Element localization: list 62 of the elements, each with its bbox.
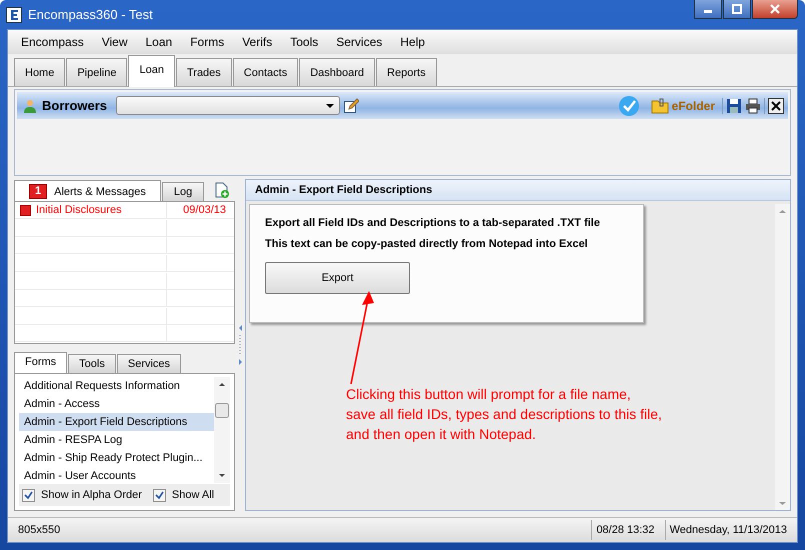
checkbox[interactable]: [152, 488, 166, 502]
caret-icon: [325, 102, 336, 108]
form-list-item[interactable]: Admin - Ship Ready Protect Plugin...: [19, 449, 214, 467]
description-text: This text can be copy-pasted directly from Notepad into Excel: [265, 238, 588, 250]
form-list-item[interactable]: Admin - RESPA Log: [19, 431, 214, 449]
checkbox-label: Show All: [172, 489, 214, 501]
tab[interactable]: Services: [116, 354, 182, 373]
alert-icon: [20, 204, 31, 216]
tab[interactable]: Trades: [176, 58, 232, 86]
minimize-button[interactable]: [694, 0, 722, 19]
menu-item[interactable]: View: [92, 35, 136, 49]
menu-item[interactable]: Tools: [281, 35, 328, 49]
tab[interactable]: Tools: [68, 354, 116, 373]
menu-item[interactable]: Encompass: [12, 35, 93, 49]
add-document-icon[interactable]: [215, 182, 230, 198]
annotation-text: Clicking this button will prompt for a file name, save all field IDs, types and descriptions to this file, and then open it with Notepad.: [346, 385, 662, 444]
tab[interactable]: 1 Alerts & Messages: [14, 180, 161, 202]
checkbox-label: Show in Alpha Order: [41, 489, 142, 501]
description-text: Export all Field IDs and Descriptions to a tab-separated .TXT file: [265, 217, 600, 229]
toolbar-title: Borrowers: [42, 98, 108, 113]
folder-icon: [650, 98, 669, 114]
tab[interactable]: Reports: [376, 58, 437, 86]
close-icon[interactable]: [764, 98, 784, 114]
status-size: 805x550: [17, 524, 62, 536]
panel-header: Admin - Export Field Descriptions: [246, 180, 790, 201]
menu-item[interactable]: Verifs: [233, 35, 282, 49]
borrower-dropdown[interactable]: [116, 96, 340, 115]
form-list-item[interactable]: Admin - User Accounts: [19, 467, 214, 485]
scrollbar[interactable]: [214, 377, 230, 483]
form-list-item[interactable]: Admin - Export Field Descriptions: [19, 413, 214, 431]
status-date: Wednesday, 11/13/2013: [664, 520, 797, 540]
form-list-item[interactable]: Additional Requests Information: [19, 377, 214, 395]
tab[interactable]: Dashboard: [299, 58, 376, 86]
person-icon: [23, 98, 37, 112]
tab[interactable]: Pipeline: [66, 58, 128, 86]
print-icon[interactable]: [745, 98, 761, 114]
menu-item[interactable]: Help: [391, 35, 434, 49]
alert-name[interactable]: Initial Disclosures: [36, 204, 122, 216]
checkbox[interactable]: [22, 488, 35, 502]
menu-item[interactable]: Services: [327, 35, 392, 49]
maximize-icon: [732, 4, 742, 14]
check-icon[interactable]: [618, 94, 640, 116]
maximize-button[interactable]: [723, 0, 751, 19]
status-time: 08/28 13:32: [591, 520, 665, 540]
tab[interactable]: Loan: [128, 55, 175, 87]
tab[interactable]: Log: [162, 182, 204, 201]
count-badge: 1: [29, 184, 48, 199]
edit-icon[interactable]: [343, 98, 360, 114]
window-title: Encompass360 - Test: [28, 7, 154, 22]
tab[interactable]: Home: [14, 58, 66, 86]
save-icon[interactable]: [722, 98, 742, 114]
alert-date: 09/03/13: [183, 204, 226, 216]
tab[interactable]: Forms: [14, 352, 68, 374]
close-icon: [770, 4, 780, 14]
app-icon: [6, 6, 22, 22]
scrollbar[interactable]: [775, 204, 790, 510]
menu-item[interactable]: Forms: [181, 35, 234, 49]
form-list-item[interactable]: Admin - Access: [19, 395, 214, 413]
close-button[interactable]: [752, 0, 798, 19]
menu-item[interactable]: Loan: [136, 35, 182, 49]
export-button[interactable]: Export: [265, 262, 410, 294]
tab[interactable]: Contacts: [232, 58, 298, 86]
